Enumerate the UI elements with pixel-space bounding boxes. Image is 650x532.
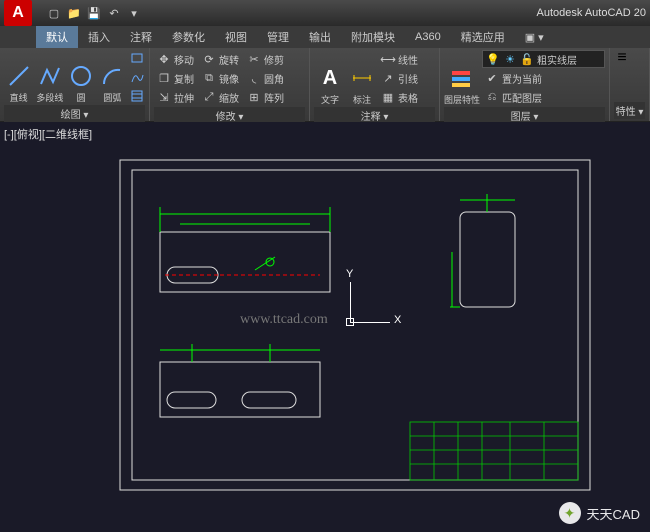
window-title: Autodesk AutoCAD 20	[537, 7, 646, 19]
polyline-icon	[36, 62, 64, 90]
tab-featured[interactable]: 精选应用	[451, 26, 515, 48]
copy-button[interactable]: ❐复制	[154, 69, 197, 87]
polyline-button[interactable]: 多段线	[35, 50, 64, 104]
layer-dropdown[interactable]: 💡 ☀ 🔓 粗实线层	[482, 50, 605, 68]
leader-icon: ↗	[381, 71, 395, 85]
tab-extra[interactable]: ▣ ▾	[515, 28, 554, 47]
layer-props-button[interactable]: 图层特性	[444, 50, 480, 106]
wechat-icon: ✦	[559, 502, 581, 524]
bulb-icon: 💡	[486, 52, 500, 66]
stretch-button[interactable]: ⇲拉伸	[154, 88, 197, 106]
qat-open-icon[interactable]: 📁	[66, 5, 82, 21]
panel-props-title[interactable]: 特性 ▾	[614, 102, 645, 119]
mirror-icon: ⧉	[202, 71, 216, 85]
trim-button[interactable]: ✂修剪	[244, 50, 287, 68]
text-button[interactable]: A 文字	[314, 50, 346, 106]
fillet-button[interactable]: ◟圆角	[244, 69, 287, 87]
mirror-button[interactable]: ⧉镜像	[199, 69, 242, 87]
qat-more-icon[interactable]: ▾	[126, 5, 142, 21]
spline-icon[interactable]	[129, 69, 145, 85]
arc-icon	[98, 62, 126, 90]
move-icon: ✥	[157, 52, 171, 66]
make-current-icon: ✔	[485, 71, 499, 85]
array-button[interactable]: ⊞阵列	[244, 88, 287, 106]
text-icon: A	[316, 64, 344, 92]
panel-props: ≡ 特性 ▾	[610, 48, 650, 121]
tab-parametric[interactable]: 参数化	[162, 26, 215, 48]
hatch-icon[interactable]	[129, 88, 145, 104]
scale-icon: ⤢	[202, 90, 216, 104]
tab-default[interactable]: 默认	[36, 26, 78, 48]
panel-annot: A 文字 标注 ⟷线性 ↗引线 ▦表格 注释 ▾	[310, 48, 440, 121]
tab-output[interactable]: 输出	[299, 26, 341, 48]
panel-draw: 直线 多段线 圆 圆弧 绘图 ▾	[0, 48, 150, 121]
dim-button[interactable]: 标注	[348, 50, 376, 106]
layer-props-icon	[448, 64, 476, 92]
linear-icon: ⟷	[381, 52, 395, 66]
make-current-button[interactable]: ✔置为当前	[482, 69, 545, 87]
qat-new-icon[interactable]: ▢	[46, 5, 62, 21]
rotate-button[interactable]: ⟳旋转	[199, 50, 242, 68]
fillet-icon: ◟	[247, 71, 261, 85]
tab-insert[interactable]: 插入	[78, 26, 120, 48]
quick-access-toolbar: ▢ 📁 💾 ↶ ▾	[46, 5, 142, 21]
ribbon: 直线 多段线 圆 圆弧 绘图 ▾ ✥移动	[0, 48, 650, 122]
tab-annotate[interactable]: 注释	[120, 26, 162, 48]
scale-button[interactable]: ⤢缩放	[199, 88, 242, 106]
ucs-x-label: X	[394, 314, 401, 326]
lock-icon: 🔓	[520, 52, 534, 66]
linear-button[interactable]: ⟷线性	[378, 50, 421, 68]
ribbon-tabs: 默认 插入 注释 参数化 视图 管理 输出 附加模块 A360 精选应用 ▣ ▾	[0, 26, 650, 48]
rect-icon[interactable]	[129, 50, 145, 66]
circle-icon	[67, 62, 95, 90]
line-icon	[5, 62, 33, 90]
wechat-label: 天天CAD	[587, 504, 640, 523]
table-button[interactable]: ▦表格	[378, 88, 421, 106]
titlebar: A ▢ 📁 💾 ↶ ▾ Autodesk AutoCAD 20	[0, 0, 650, 26]
circle-button[interactable]: 圆	[67, 50, 96, 104]
ucs-y-label: Y	[346, 268, 353, 280]
panel-draw-title[interactable]: 绘图 ▾	[4, 105, 145, 122]
array-icon: ⊞	[247, 90, 261, 104]
tab-addins[interactable]: 附加模块	[341, 26, 405, 48]
tab-manage[interactable]: 管理	[257, 26, 299, 48]
stretch-icon: ⇲	[157, 90, 171, 104]
trim-icon: ✂	[247, 52, 261, 66]
rotate-icon: ⟳	[202, 52, 216, 66]
drawing-viewport[interactable]: [-][俯视][二维线框]	[0, 122, 650, 532]
match-icon: ⎌	[485, 90, 499, 104]
app-logo[interactable]: A	[4, 0, 32, 26]
tab-a360[interactable]: A360	[405, 28, 451, 46]
match-layer-button[interactable]: ⎌匹配图层	[482, 88, 545, 106]
watermark: www.ttcad.com	[240, 312, 328, 328]
dim-icon	[348, 64, 376, 92]
tab-view[interactable]: 视图	[215, 26, 257, 48]
arc-button[interactable]: 圆弧	[98, 50, 127, 104]
copy-icon: ❐	[157, 71, 171, 85]
panel-layer: 图层特性 💡 ☀ 🔓 粗实线层 ✔置为当前 ⎌匹配图层 图层 ▾	[440, 48, 610, 121]
panel-modify: ✥移动 ❐复制 ⇲拉伸 ⟳旋转 ⧉镜像 ⤢缩放 ✂修剪 ◟圆角 ⊞阵列 修改 ▾	[150, 48, 310, 121]
wechat-badge: ✦ 天天CAD	[559, 502, 640, 524]
line-button[interactable]: 直线	[4, 50, 33, 104]
props-icon[interactable]: ≡	[614, 50, 630, 66]
move-button[interactable]: ✥移动	[154, 50, 197, 68]
leader-button[interactable]: ↗引线	[378, 69, 421, 87]
sun-icon: ☀	[503, 52, 517, 66]
table-icon: ▦	[381, 90, 395, 104]
qat-save-icon[interactable]: 💾	[86, 5, 102, 21]
qat-undo-icon[interactable]: ↶	[106, 5, 122, 21]
